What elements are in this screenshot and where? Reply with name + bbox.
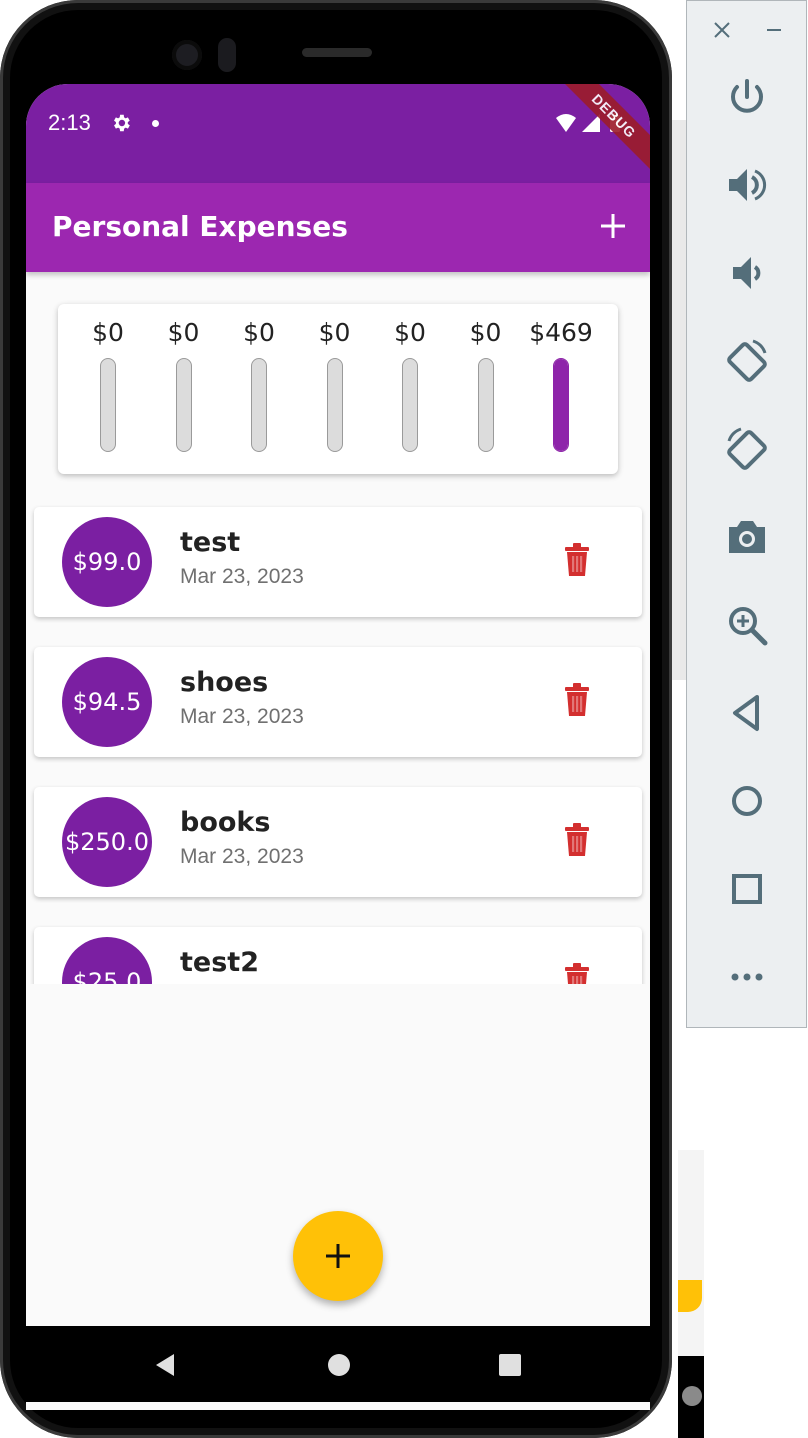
transaction-date: Mar 23, 2023 [180, 565, 304, 588]
bar-amount-label: $0 [318, 318, 351, 347]
front-camera [172, 40, 202, 70]
trash-icon [565, 543, 589, 576]
system-nav-bar [26, 1326, 650, 1402]
add-transaction-button[interactable] [293, 1211, 383, 1301]
settings-icon [114, 114, 130, 132]
back-icon[interactable] [150, 1350, 180, 1380]
trash-icon [565, 683, 589, 716]
emulator-toolbar [686, 0, 807, 1028]
proximity-sensor [218, 38, 236, 72]
delete-button[interactable] [564, 963, 590, 984]
volume-up-icon[interactable] [723, 161, 771, 209]
chart-bar: $0 [70, 318, 146, 458]
bar-amount-label: $0 [469, 318, 502, 347]
phone-frame: 2:13 DEBUG Personal Expenses $0 $0 $0 $0 $0 $… [0, 0, 672, 1438]
page-title: Personal Expenses [52, 210, 348, 243]
close-icon[interactable] [711, 19, 733, 41]
transaction-card[interactable]: $250.0 books Mar 23, 2023 [34, 787, 642, 897]
back-icon[interactable] [723, 689, 771, 737]
bar-amount-label: $0 [243, 318, 275, 347]
background-window [704, 1056, 808, 1438]
chart-bar: $0 [448, 318, 524, 458]
amount-avatar: $99.0 [62, 517, 152, 607]
weekly-chart: $0 $0 $0 $0 $0 $0 $469 [58, 304, 618, 474]
transaction-card[interactable]: $94.5 shoes Mar 23, 2023 [34, 647, 642, 757]
delete-button[interactable] [564, 543, 590, 577]
device-screen: 2:13 DEBUG Personal Expenses $0 $0 $0 $0 $0 $… [26, 84, 650, 1410]
zoom-icon[interactable] [723, 601, 771, 649]
chart-bar: $0 [221, 318, 297, 458]
delete-button[interactable] [564, 823, 590, 857]
trash-icon [565, 963, 589, 984]
transaction-title: test2 [180, 947, 259, 978]
transaction-title: books [180, 807, 271, 838]
bar-track [100, 358, 116, 452]
transaction-card[interactable]: $25.0 test2 [34, 927, 642, 984]
wifi-icon [556, 114, 576, 132]
more-icon[interactable] [723, 953, 771, 1001]
chart-bar: $0 [372, 318, 448, 458]
notification-dot [152, 120, 159, 127]
trash-icon [565, 823, 589, 856]
add-icon [326, 1244, 350, 1268]
transaction-title: shoes [180, 667, 269, 698]
volume-down-icon[interactable] [723, 249, 771, 297]
home-icon[interactable] [324, 1350, 354, 1380]
minimize-icon[interactable] [763, 19, 785, 41]
chart-bar: $0 [297, 318, 373, 458]
transaction-list[interactable]: $99.0 test Mar 23, 2023 $94.5 shoes Mar 23, 2… [26, 504, 650, 984]
overview-icon[interactable] [495, 1350, 525, 1380]
bar-amount-label: $0 [92, 318, 124, 347]
transaction-date: Mar 23, 2023 [180, 845, 304, 868]
delete-button[interactable] [564, 683, 590, 717]
rotate-left-icon[interactable] [723, 337, 771, 385]
earpiece-speaker [302, 48, 372, 57]
bar-track [553, 358, 569, 452]
chart-bar: $469 [523, 318, 599, 458]
power-icon[interactable] [723, 73, 771, 121]
transaction-title: test [180, 527, 241, 558]
bar-track [175, 358, 192, 452]
bar-track [402, 358, 418, 452]
app-bar: Personal Expenses [26, 183, 650, 272]
camera-icon[interactable] [723, 513, 771, 561]
background-window [682, 1386, 702, 1406]
amount-avatar: $94.5 [62, 657, 152, 747]
amount-avatar: $250.0 [62, 797, 152, 887]
amount-avatar: $25.0 [62, 937, 152, 984]
bar-fill [554, 359, 568, 451]
home-icon[interactable] [723, 777, 771, 825]
bar-track [477, 358, 494, 452]
rotate-right-icon[interactable] [723, 425, 771, 473]
background-window [678, 1280, 702, 1312]
bar-track [251, 358, 267, 452]
status-bar: 2:13 DEBUG [26, 84, 650, 183]
bar-amount-label: $469 [529, 318, 593, 347]
bar-track [326, 358, 343, 452]
overview-icon[interactable] [723, 865, 771, 913]
status-time: 2:13 [48, 110, 91, 135]
transaction-date: Mar 23, 2023 [180, 705, 304, 728]
add-icon[interactable] [598, 211, 628, 241]
bar-amount-label: $0 [394, 318, 426, 347]
bar-amount-label: $0 [167, 318, 200, 347]
chart-bar: $0 [146, 318, 222, 458]
transaction-card[interactable]: $99.0 test Mar 23, 2023 [34, 507, 642, 617]
